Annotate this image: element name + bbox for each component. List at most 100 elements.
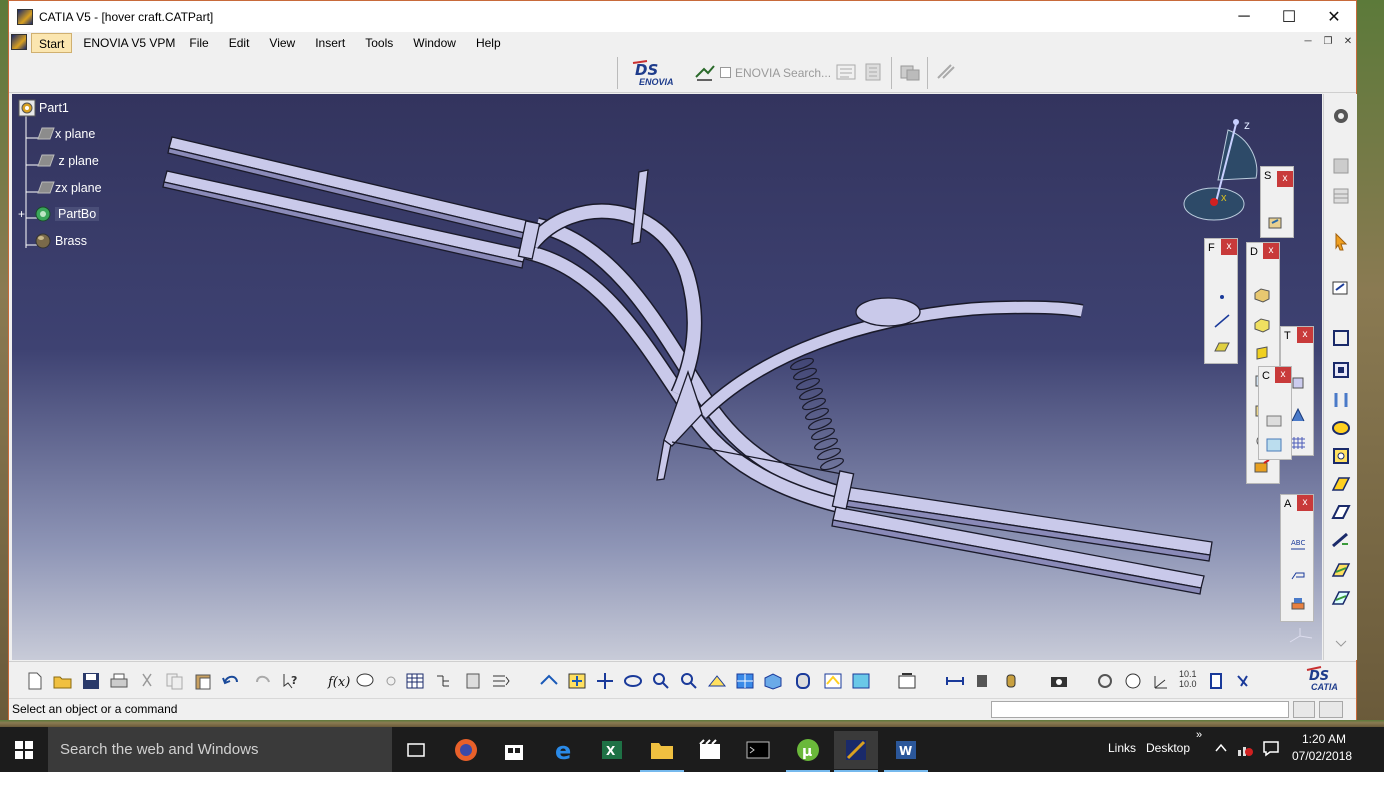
- network-status-icon[interactable]: [1236, 741, 1254, 757]
- word-icon[interactable]: W: [884, 731, 928, 773]
- pad-icon[interactable]: [1253, 287, 1271, 303]
- toolbar-close-button[interactable]: x: [1277, 171, 1293, 187]
- point-icon[interactable]: [1213, 289, 1231, 305]
- toolbar-grip[interactable]: [617, 57, 619, 89]
- store-icon[interactable]: [492, 731, 536, 769]
- 3d-annotation-icon[interactable]: [1289, 595, 1307, 611]
- shaft-feature-icon[interactable]: [1330, 390, 1352, 410]
- print-icon[interactable]: [109, 672, 129, 690]
- links-toolbar[interactable]: Links: [1108, 741, 1136, 755]
- menu-tools[interactable]: Tools: [358, 33, 400, 53]
- stiffener-icon[interactable]: [1330, 530, 1352, 550]
- rotate-icon[interactable]: [623, 672, 643, 690]
- save-icon[interactable]: [81, 672, 101, 690]
- menu-edit[interactable]: Edit: [222, 33, 257, 53]
- swap-visible-icon[interactable]: [851, 672, 871, 690]
- enovia-list-icon[interactable]: [863, 62, 885, 82]
- mdi-minimize-button[interactable]: ─: [1299, 34, 1317, 50]
- rib-feature-icon[interactable]: [1330, 474, 1352, 494]
- hide-show-icon[interactable]: [491, 672, 511, 690]
- plane-tool-icon[interactable]: [1213, 339, 1231, 355]
- hide-icon[interactable]: [823, 672, 843, 690]
- tree-item-z-plane[interactable]: z plane: [34, 151, 99, 171]
- grid-table-icon[interactable]: [405, 672, 425, 690]
- enovia-search-checkbox[interactable]: [720, 67, 731, 78]
- groove-feature-icon[interactable]: [1330, 418, 1352, 438]
- mdi-close-button[interactable]: ✕: [1339, 34, 1357, 50]
- expand-plus-icon[interactable]: +: [18, 207, 30, 221]
- fit-all-icon[interactable]: [567, 672, 587, 690]
- scroll-more-icon[interactable]: [1330, 638, 1352, 658]
- menu-window[interactable]: Window: [406, 33, 463, 53]
- shading-icon[interactable]: [793, 672, 813, 690]
- menu-insert[interactable]: Insert: [308, 33, 352, 53]
- split-icon[interactable]: [1265, 413, 1283, 429]
- enovia-tree-icon[interactable]: [835, 62, 857, 82]
- hand-icon[interactable]: [1123, 672, 1143, 690]
- enovia-disabled-icon[interactable]: [935, 62, 957, 82]
- undo-icon[interactable]: [221, 672, 241, 690]
- toolbar-close-button[interactable]: x: [1297, 495, 1313, 511]
- film-icon[interactable]: [688, 731, 732, 769]
- pan-icon[interactable]: [595, 672, 615, 690]
- menu-file[interactable]: File: [182, 33, 215, 53]
- shaft-icon[interactable]: [1253, 345, 1271, 361]
- zoom-out-icon[interactable]: [679, 672, 699, 690]
- workbench-gear-icon[interactable]: [1330, 106, 1352, 126]
- pocket-icon[interactable]: [1253, 317, 1271, 333]
- toolbar-close-button[interactable]: x: [1297, 327, 1313, 343]
- zoom-ratio-label[interactable]: 10.1 10.0: [1179, 669, 1201, 689]
- file-explorer-icon[interactable]: [640, 731, 684, 773]
- enovia-search-label[interactable]: ENOVIA Search...: [735, 66, 831, 80]
- floating-toolbar-a[interactable]: A x ABC: [1280, 494, 1314, 622]
- snap-icon[interactable]: [1235, 672, 1255, 690]
- formula-icon[interactable]: f(x): [327, 672, 350, 690]
- remove-loft-icon[interactable]: [1330, 588, 1352, 608]
- measure-item-icon[interactable]: [973, 672, 993, 690]
- command-prompt-icon[interactable]: [736, 731, 780, 769]
- capture-camera-icon[interactable]: [1049, 672, 1069, 690]
- clock-time[interactable]: 1:20 AM: [1302, 732, 1346, 746]
- copy-icon[interactable]: [165, 672, 185, 690]
- power-input-field[interactable]: [991, 701, 1289, 718]
- catalog-browser-icon[interactable]: [463, 672, 483, 690]
- status-button-1[interactable]: [1293, 701, 1315, 718]
- fly-mode-icon[interactable]: [539, 672, 559, 690]
- measure-between-icon[interactable]: [945, 672, 965, 690]
- slot-icon[interactable]: [1253, 459, 1271, 475]
- maximize-button[interactable]: ☐: [1266, 1, 1312, 32]
- notifications-icon[interactable]: [1262, 739, 1280, 757]
- sketch-icon[interactable]: [1267, 215, 1285, 231]
- clock-date[interactable]: 07/02/2018: [1292, 749, 1352, 763]
- loft-feature-icon[interactable]: [1330, 560, 1352, 580]
- menu-enovia[interactable]: ENOVIA V5 VPM: [76, 33, 182, 53]
- windows-start-button[interactable]: [0, 727, 48, 772]
- slot-feature-icon[interactable]: [1330, 502, 1352, 522]
- sync-icon[interactable]: [1095, 672, 1115, 690]
- 3d-compass-icon[interactable]: [1207, 672, 1227, 690]
- line-icon[interactable]: [1213, 313, 1231, 329]
- toolbar-close-button[interactable]: x: [1263, 243, 1279, 259]
- title-bar[interactable]: CATIA V5 - [hover craft.CATPart]: [9, 1, 1356, 32]
- axis-system-icon[interactable]: [1151, 672, 1171, 690]
- enovia-navigate-icon[interactable]: [694, 63, 716, 83]
- isometric-view-icon[interactable]: [763, 672, 783, 690]
- toolbar-close-button[interactable]: x: [1275, 367, 1291, 383]
- text-annotation-icon[interactable]: ABC: [1289, 535, 1307, 551]
- menu-help[interactable]: Help: [469, 33, 508, 53]
- firefox-icon[interactable]: [444, 731, 488, 769]
- menu-start[interactable]: Start: [31, 32, 73, 53]
- hole-feature-icon[interactable]: [1330, 446, 1352, 466]
- pad-feature-icon[interactable]: [1330, 328, 1352, 348]
- zoom-in-icon[interactable]: [651, 672, 671, 690]
- floating-toolbar-f[interactable]: F x: [1204, 238, 1238, 364]
- tree-item-partbody[interactable]: + PartBo: [18, 204, 100, 224]
- 3d-viewport[interactable]: Part1 x plane z plane zx plane + PartBo …: [12, 94, 1322, 660]
- show-hidden-icons-icon[interactable]: [1214, 741, 1228, 753]
- design-table-icon[interactable]: [381, 672, 401, 690]
- catalog-icon[interactable]: [1330, 156, 1352, 176]
- flag-note-icon[interactable]: [1289, 567, 1307, 583]
- compass-widget[interactable]: z x: [1178, 114, 1258, 226]
- open-folder-icon[interactable]: [53, 672, 73, 690]
- tree-item-part1[interactable]: Part1: [18, 98, 69, 118]
